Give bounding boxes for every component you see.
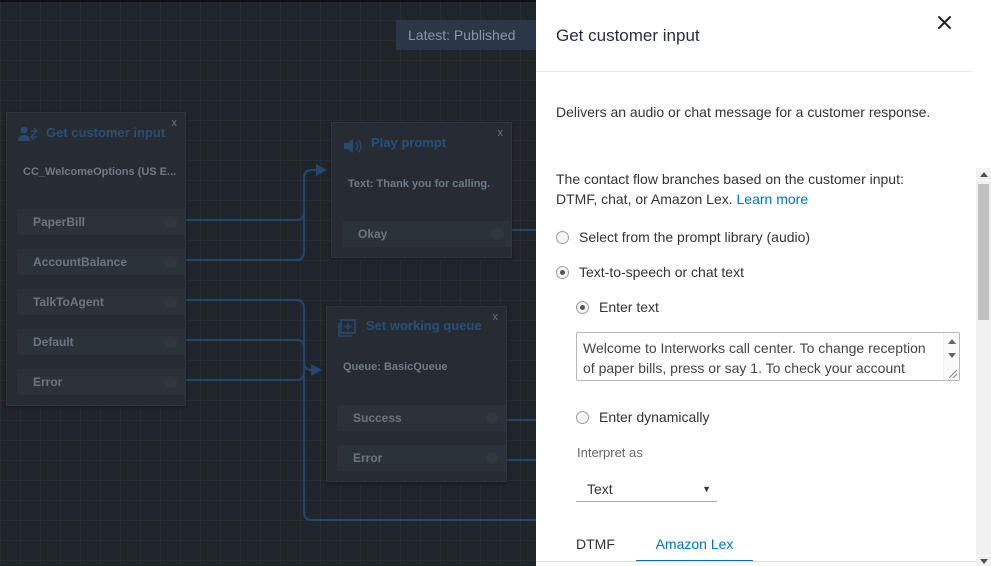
close-icon <box>938 16 951 29</box>
scroll-down-icon[interactable] <box>980 559 988 564</box>
properties-panel: Get customer input Delivers an audio or … <box>536 0 991 566</box>
scroll-up-icon[interactable] <box>948 339 956 344</box>
panel-description: Delivers an audio or chat message for a … <box>556 104 931 120</box>
tabs-divider <box>536 561 976 562</box>
tab-dtmf[interactable]: DTMF <box>576 534 615 562</box>
radio-text-to-speech[interactable]: Text-to-speech or chat text <box>556 264 744 280</box>
radio-label: Text-to-speech or chat text <box>579 264 744 280</box>
prompt-text-area[interactable]: Welcome to Interworks call center. To ch… <box>576 332 960 381</box>
scrollbar-thumb[interactable] <box>978 184 989 320</box>
panel-header-divider <box>536 71 971 72</box>
chevron-down-icon: ▼ <box>702 484 711 494</box>
interpret-as-select[interactable]: Text ▼ <box>576 476 717 502</box>
radio-button[interactable] <box>576 300 589 314</box>
branch-explanation-text: The contact flow branches based on the c… <box>556 171 904 207</box>
learn-more-link[interactable]: Learn more <box>737 191 809 207</box>
radio-button[interactable] <box>576 410 589 424</box>
radio-label: Enter text <box>599 299 659 315</box>
radio-enter-text[interactable]: Enter text <box>576 299 659 315</box>
panel-title: Get customer input <box>556 26 700 45</box>
scroll-down-icon[interactable] <box>948 353 956 358</box>
close-button[interactable] <box>934 12 956 34</box>
radio-prompt-library[interactable]: Select from the prompt library (audio) <box>556 229 810 245</box>
radio-label: Select from the prompt library (audio) <box>579 229 811 245</box>
radio-button[interactable] <box>556 265 569 279</box>
scroll-up-icon[interactable] <box>980 172 988 177</box>
resize-handle-icon[interactable] <box>949 370 957 378</box>
prompt-text-value: Welcome to Interworks call center. To ch… <box>583 340 926 376</box>
radio-enter-dynamically[interactable]: Enter dynamically <box>576 409 710 425</box>
radio-button[interactable] <box>556 230 569 244</box>
radio-label: Enter dynamically <box>599 409 710 425</box>
panel-scrollbar[interactable] <box>976 168 991 566</box>
interpret-as-label: Interpret as <box>577 445 643 460</box>
branch-explanation: The contact flow branches based on the c… <box>556 169 936 209</box>
modal-backdrop[interactable] <box>0 0 536 566</box>
tab-amazon-lex[interactable]: Amazon Lex <box>636 534 753 562</box>
interpret-as-value: Text <box>587 481 613 497</box>
